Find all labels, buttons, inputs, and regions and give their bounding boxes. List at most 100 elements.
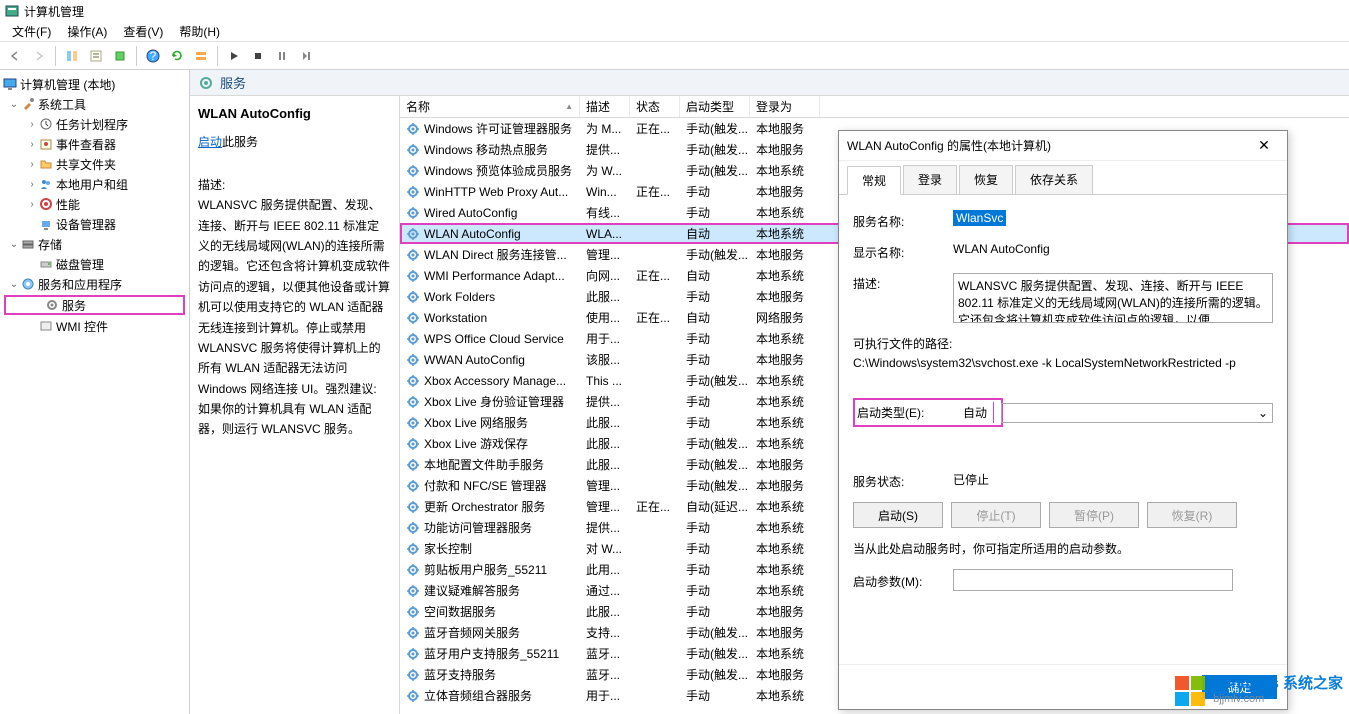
service-name: Xbox Accessory Manage... (424, 374, 566, 388)
gear-icon (406, 458, 420, 472)
toolbar-btn-1[interactable] (61, 45, 83, 67)
startup-type-label: 启动类型(E): (857, 404, 957, 421)
expand-icon[interactable]: › (26, 199, 38, 210)
menu-file[interactable]: 文件(F) (4, 21, 59, 42)
window-titlebar: 计算机管理 (0, 0, 1349, 22)
service-start: 手动(触发... (680, 456, 750, 473)
tab-dependencies[interactable]: 依存关系 (1015, 165, 1093, 194)
sort-asc-icon: ▲ (565, 102, 573, 111)
pause-icon[interactable] (271, 45, 293, 67)
tree-shared-folders[interactable]: › 共享文件夹 (0, 154, 189, 174)
display-name-value: WLAN AutoConfig (953, 242, 1273, 256)
col-start[interactable]: 启动类型 (680, 96, 750, 117)
dialog-body: 服务名称: WlanSvc 显示名称: WLAN AutoConfig 描述: … (839, 194, 1287, 664)
computer-icon (2, 76, 18, 92)
tree-performance[interactable]: › 性能 (0, 194, 189, 214)
service-logon: 本地系统 (750, 519, 820, 536)
service-status: 正在... (630, 309, 680, 326)
gear-icon (406, 647, 420, 661)
service-desc: 该服... (580, 351, 630, 368)
param-input[interactable] (953, 569, 1233, 591)
service-desc: 管理... (580, 477, 630, 494)
service-detail-pane: WLAN AutoConfig 启动此服务 描述: WLANSVC 服务提供配置… (190, 96, 400, 714)
help-icon[interactable]: ? (142, 45, 164, 67)
svc-name-value[interactable]: WlanSvc (953, 210, 1006, 226)
service-start: 手动(触发... (680, 666, 750, 683)
tree-disk-mgmt[interactable]: 磁盘管理 (0, 254, 189, 274)
start-service-link[interactable]: 启动 (198, 135, 222, 149)
tree-local-users[interactable]: › 本地用户和组 (0, 174, 189, 194)
service-logon: 本地服务 (750, 666, 820, 683)
tree-system-tools[interactable]: ⌄ 系统工具 (0, 94, 189, 114)
service-name: Xbox Live 身份验证管理器 (424, 393, 564, 410)
navigation-tree[interactable]: 计算机管理 (本地) ⌄ 系统工具 › 任务计划程序 › 事件查看器 › 共享文… (0, 70, 190, 714)
tree-event-viewer[interactable]: › 事件查看器 (0, 134, 189, 154)
service-logon: 本地系统 (750, 372, 820, 389)
tab-recovery[interactable]: 恢复 (959, 165, 1013, 194)
desc-textarea[interactable]: WLANSVC 服务提供配置、发现、连接、断开与 IEEE 802.11 标准定… (953, 273, 1273, 323)
expand-icon[interactable]: › (26, 119, 38, 130)
back-button[interactable] (4, 45, 26, 67)
tree-wmi[interactable]: WMI 控件 (0, 316, 189, 336)
service-start: 自动(延迟... (680, 498, 750, 515)
tree-device-manager[interactable]: 设备管理器 (0, 214, 189, 234)
menu-help[interactable]: 帮助(H) (171, 21, 228, 42)
gear-icon (406, 164, 420, 178)
tab-logon[interactable]: 登录 (903, 165, 957, 194)
exe-path-value: C:\Windows\system32\svchost.exe -k Local… (853, 356, 1273, 370)
tree-root[interactable]: 计算机管理 (本地) (0, 74, 189, 94)
gear-icon (406, 290, 420, 304)
gear-icon (406, 521, 420, 535)
service-start: 手动(触发... (680, 120, 750, 137)
collapse-icon[interactable]: ⌄ (8, 239, 20, 250)
forward-button[interactable] (28, 45, 50, 67)
menu-action[interactable]: 操作(A) (59, 21, 115, 42)
tree-storage[interactable]: ⌄ 存储 (0, 234, 189, 254)
service-logon: 本地服务 (750, 456, 820, 473)
service-name: WWAN AutoConfig (424, 353, 525, 367)
expand-icon[interactable]: › (26, 139, 38, 150)
menu-view[interactable]: 查看(V) (115, 21, 171, 42)
performance-icon (38, 196, 54, 212)
tree-services-apps[interactable]: ⌄ 服务和应用程序 (0, 274, 189, 294)
col-logon[interactable]: 登录为 (750, 96, 820, 117)
collapse-icon[interactable]: ⌄ (8, 99, 20, 110)
gear-icon (406, 479, 420, 493)
tree-task-scheduler[interactable]: › 任务计划程序 (0, 114, 189, 134)
gear-icon (198, 75, 214, 91)
window-title: 计算机管理 (24, 3, 84, 20)
col-status[interactable]: 状态 (630, 96, 680, 117)
startup-type-select[interactable]: ⌄ (1001, 403, 1273, 423)
gear-icon (406, 542, 420, 556)
users-icon (38, 176, 54, 192)
start-button[interactable]: 启动(S) (853, 502, 943, 528)
service-name: Xbox Live 网络服务 (424, 414, 528, 431)
stop-icon[interactable] (247, 45, 269, 67)
service-desc: 管理... (580, 246, 630, 263)
service-start: 手动(触发... (680, 162, 750, 179)
play-icon[interactable] (223, 45, 245, 67)
services-apps-icon (20, 276, 36, 292)
service-desc: 此服... (580, 414, 630, 431)
device-icon (38, 216, 54, 232)
expand-icon[interactable]: › (26, 179, 38, 190)
properties-icon[interactable] (85, 45, 107, 67)
service-desc: 此服... (580, 288, 630, 305)
service-start: 手动 (680, 393, 750, 410)
export-icon[interactable] (109, 45, 131, 67)
col-desc[interactable]: 描述 (580, 96, 630, 117)
close-icon[interactable]: ✕ (1249, 137, 1279, 154)
service-logon: 网络服务 (750, 309, 820, 326)
toolbar-btn-5[interactable] (190, 45, 212, 67)
tree-services[interactable]: 服务 (4, 295, 185, 315)
collapse-icon[interactable]: ⌄ (8, 279, 20, 290)
service-name: 家长控制 (424, 540, 472, 557)
col-name[interactable]: 名称▲ (400, 96, 580, 117)
expand-icon[interactable]: › (26, 159, 38, 170)
restart-icon[interactable] (295, 45, 317, 67)
tab-general[interactable]: 常规 (847, 166, 901, 195)
service-desc: 提供... (580, 519, 630, 536)
service-logon: 本地系统 (750, 330, 820, 347)
refresh-icon[interactable] (166, 45, 188, 67)
dialog-titlebar[interactable]: WLAN AutoConfig 的属性(本地计算机) ✕ (839, 131, 1287, 161)
